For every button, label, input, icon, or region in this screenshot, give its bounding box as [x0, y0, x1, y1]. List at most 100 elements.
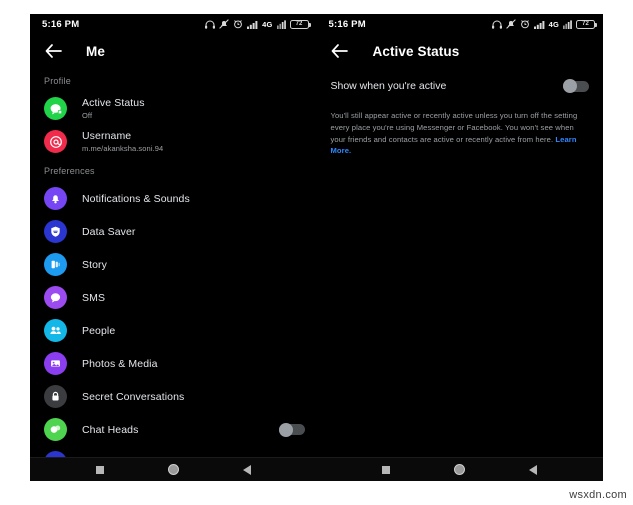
status-clock: 5:16 PM [42, 18, 80, 30]
recents-button[interactable] [95, 465, 104, 474]
settings-row-data-saver[interactable]: Data Saver [30, 215, 317, 248]
row-title: Secret Conversations [82, 390, 185, 403]
app-bar-left: Me [30, 34, 317, 68]
photo-icon [44, 352, 67, 375]
settings-row-story[interactable]: Story [30, 248, 317, 281]
at-sign-icon [44, 130, 67, 153]
settings-row-sms[interactable]: SMS [30, 281, 317, 314]
back-arrow-icon[interactable] [42, 40, 64, 62]
active-status-content: Show when you're active You'll still app… [317, 68, 604, 457]
settings-row-chat-heads[interactable]: Chat Heads [30, 413, 317, 446]
shield-icon [44, 220, 67, 243]
square-icon [95, 465, 104, 474]
bell-icon [44, 187, 67, 210]
home-button[interactable] [454, 464, 466, 475]
row-title: Username [82, 130, 132, 143]
message-icon [44, 286, 67, 309]
section-header-profile: Profile [44, 76, 71, 86]
network-type-label: 4G [548, 19, 559, 29]
back-button[interactable] [242, 464, 251, 475]
row-title: SMS [82, 291, 106, 304]
page-title: Me [86, 43, 105, 59]
settings-scroll-area[interactable]: Profile Active Status Off Username m.me/… [30, 68, 317, 457]
settings-row-secret-conversations[interactable]: Secret Conversations [30, 380, 317, 413]
network-type-label: 4G [262, 19, 273, 29]
row-subtitle: Off [82, 110, 93, 120]
row-title: Photos & Media [82, 357, 158, 370]
row-title: Chat Heads [82, 423, 139, 436]
toggle-knob [278, 422, 293, 437]
row-title: People [82, 324, 116, 337]
settings-row-app-updates[interactable]: App Updates [30, 446, 317, 457]
settings-row-notifications-sounds[interactable]: Notifications & Sounds [30, 182, 317, 215]
triangle-icon [242, 464, 251, 475]
left-phone-screen: 5:16 PM 4G 72 Me Profile Active Status O… [30, 14, 317, 481]
status-bar-right: 5:16 PM 4G 72 [317, 14, 604, 34]
show-when-active-label: Show when you're active [330, 80, 447, 92]
row-text-block: Notifications & Sounds [82, 193, 190, 205]
toggle-knob [563, 79, 577, 93]
settings-row-active-status[interactable]: Active Status Off [30, 92, 317, 125]
android-nav-bar-right [316, 457, 603, 481]
circle-icon [454, 464, 466, 475]
row-text-block: Chat Heads [82, 424, 138, 436]
back-arrow-icon[interactable] [329, 40, 351, 62]
headphone-icon [205, 20, 216, 29]
settings-row-username[interactable]: Username m.me/akanksha.soni.94 [30, 125, 317, 158]
recents-button[interactable] [382, 465, 391, 474]
story-icon [44, 253, 67, 276]
chat-heads-toggle[interactable] [278, 422, 305, 437]
row-title: Active Status [82, 97, 145, 110]
status-icon-group: 4G 72 [491, 19, 597, 29]
triangle-icon [529, 464, 538, 475]
app-bar-right: Active Status [317, 34, 604, 68]
row-text-block: App Updates [82, 457, 144, 458]
row-text-block: Username m.me/akanksha.soni.94 [82, 130, 163, 153]
signal-bars-icon [247, 20, 258, 29]
alarm-icon [233, 19, 243, 29]
row-text-block: People [82, 325, 115, 337]
active-status-description: You'll still appear active or recently a… [317, 102, 604, 157]
alarm-icon [520, 19, 530, 29]
battery-icon: 72 [576, 19, 597, 29]
show-when-active-toggle[interactable] [563, 79, 589, 93]
home-button[interactable] [167, 464, 179, 475]
row-title: Data Saver [82, 225, 136, 238]
square-icon [382, 465, 391, 474]
row-title: App Updates [82, 457, 144, 458]
settings-row-people[interactable]: People [30, 314, 317, 347]
row-text-block: Story [82, 259, 107, 271]
dual-screenshot-stage: 5:16 PM 4G 72 Me Profile Active Status O… [30, 14, 603, 481]
signal-bars-secondary-icon [563, 19, 572, 29]
battery-icon: 72 [289, 19, 311, 29]
page-title: Active Status [372, 43, 460, 59]
section-header-preferences: Preferences [44, 166, 95, 176]
bell-muted-icon [505, 19, 516, 29]
status-icon-group: 4G 72 [205, 19, 311, 29]
signal-bars-icon [533, 20, 545, 29]
row-text-block: SMS [82, 292, 105, 304]
status-clock: 5:16 PM [328, 18, 366, 30]
row-text-block: Photos & Media [82, 358, 158, 370]
row-text-block: Data Saver [82, 226, 136, 238]
android-nav-bar-left [30, 457, 317, 481]
row-title: Notifications & Sounds [82, 192, 190, 205]
show-when-active-row[interactable]: Show when you're active [317, 68, 604, 102]
status-bar-left: 5:16 PM 4G 72 [30, 14, 317, 34]
right-phone-screen: 5:16 PM 4G 72 Active Status Show when yo… [316, 14, 604, 481]
people-icon [44, 319, 67, 342]
back-button[interactable] [529, 464, 538, 475]
lock-icon [44, 385, 67, 408]
row-text-block: Active Status Off [82, 97, 145, 120]
circle-icon [167, 464, 179, 475]
chat-bubble-icon [44, 97, 67, 120]
row-title: Story [82, 258, 108, 271]
signal-bars-secondary-icon [276, 19, 286, 29]
download-icon [44, 451, 67, 457]
watermark: wsxdn.com [569, 489, 627, 501]
row-text-block: Secret Conversations [82, 391, 184, 403]
settings-row-photos-media[interactable]: Photos & Media [30, 347, 317, 380]
bell-muted-icon [219, 19, 229, 29]
headphone-icon [491, 20, 502, 29]
chat-heads-icon [44, 418, 67, 441]
